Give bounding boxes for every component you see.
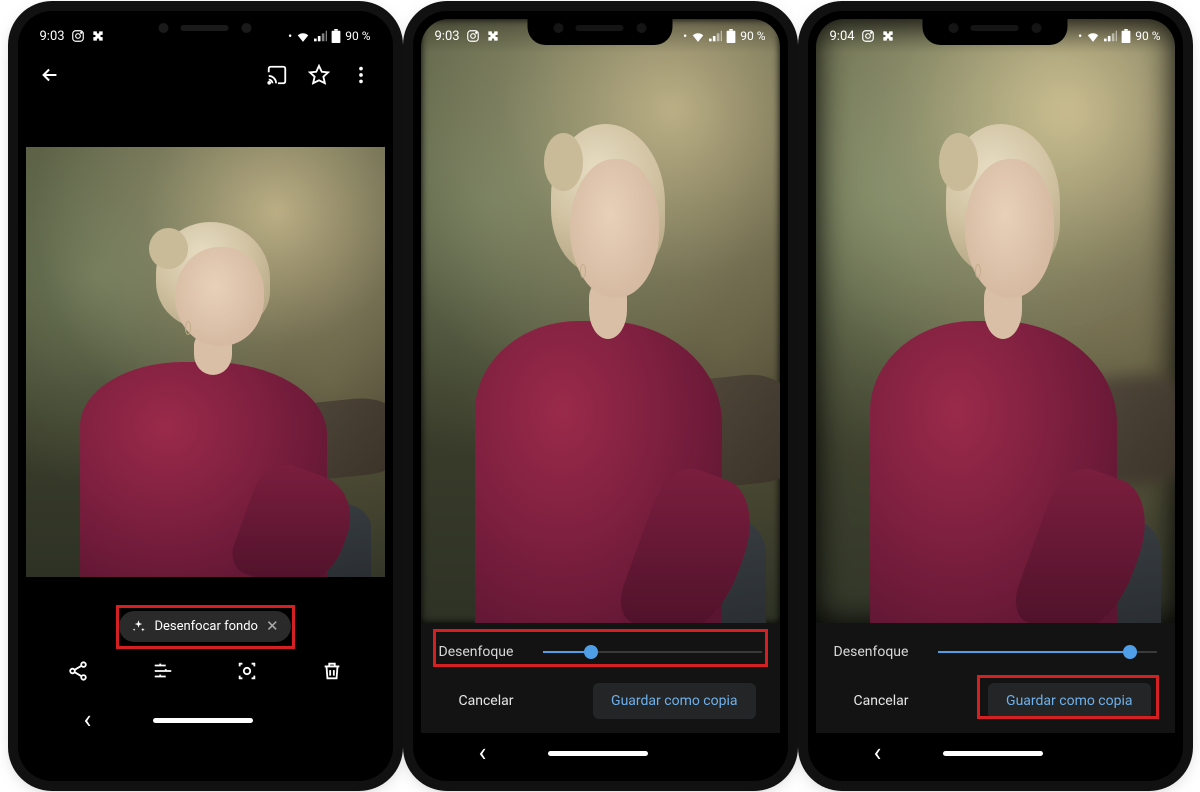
status-bar: 9:03 • 90 %: [421, 19, 780, 53]
phone-mockup-3: 9:04 • 90 %: [808, 11, 1183, 781]
blur-slider[interactable]: [938, 642, 1157, 662]
status-bar: 9:04 • 90 %: [816, 19, 1175, 53]
more-icon[interactable]: [349, 63, 373, 87]
status-bar: 9:03 • 90 %: [26, 19, 385, 53]
status-time: 9:03: [40, 29, 65, 44]
blur-control-panel: Desenfoque Cancelar Guardar como copia: [816, 623, 1175, 733]
instagram-icon: [861, 29, 875, 43]
instagram-icon: [71, 29, 85, 43]
app-bar: [26, 53, 385, 97]
bottom-toolbar: [26, 642, 385, 700]
portrait-image: [26, 147, 385, 577]
portrait-image: [816, 19, 1175, 623]
battery-icon: [726, 29, 736, 43]
screen: 9:03 • 90 %: [421, 19, 780, 773]
blur-control-panel: Desenfoque Cancelar Guardar como copia: [421, 623, 780, 733]
photo-viewport[interactable]: [26, 147, 385, 577]
battery-icon: [331, 29, 341, 43]
portrait-image: [421, 19, 780, 623]
close-icon[interactable]: ✕: [266, 619, 279, 634]
save-copy-button[interactable]: Guardar como copia: [988, 683, 1150, 719]
battery-percent: 90 %: [1135, 29, 1160, 43]
chip-label: Desenfocar fondo: [154, 619, 258, 634]
signal-icon: [1104, 30, 1117, 42]
nav-home-pill[interactable]: [153, 718, 253, 723]
status-time: 9:04: [830, 29, 855, 44]
nav-back-icon[interactable]: [479, 740, 487, 766]
puzzle-icon: [91, 29, 105, 43]
dot-indicator: •: [1078, 29, 1082, 43]
blur-slider[interactable]: [543, 642, 762, 662]
phone-mockup-2: 9:03 • 90 %: [413, 11, 788, 781]
favorite-icon[interactable]: [307, 63, 331, 87]
slider-label: Desenfoque: [439, 644, 527, 660]
nav-back-icon[interactable]: [84, 707, 92, 733]
signal-icon: [314, 30, 327, 42]
nav-home-pill[interactable]: [943, 751, 1043, 756]
share-icon[interactable]: [66, 659, 90, 683]
back-button[interactable]: [38, 63, 62, 87]
screen: 9:03 • 90 %: [26, 19, 385, 773]
battery-percent: 90 %: [345, 29, 370, 43]
system-nav-bar: [816, 733, 1175, 773]
screen: 9:04 • 90 %: [816, 19, 1175, 773]
wifi-icon: [296, 30, 310, 42]
wifi-icon: [691, 30, 705, 42]
nav-home-pill[interactable]: [548, 751, 648, 756]
save-copy-button[interactable]: Guardar como copia: [593, 683, 755, 719]
cast-icon[interactable]: [265, 63, 289, 87]
system-nav-bar: [26, 700, 385, 740]
cancel-button[interactable]: Cancelar: [445, 683, 528, 719]
instagram-icon: [466, 29, 480, 43]
photo-viewport[interactable]: [421, 19, 780, 623]
edit-icon[interactable]: [151, 659, 175, 683]
system-nav-bar: [421, 733, 780, 773]
battery-percent: 90 %: [740, 29, 765, 43]
battery-icon: [1121, 29, 1131, 43]
slider-label: Desenfoque: [834, 644, 922, 660]
phone-mockup-1: 9:03 • 90 %: [18, 11, 393, 781]
sparkle-icon: [131, 619, 146, 634]
lens-icon[interactable]: [235, 659, 259, 683]
dot-indicator: •: [288, 29, 292, 43]
puzzle-icon: [881, 29, 895, 43]
status-time: 9:03: [435, 29, 460, 44]
nav-back-icon[interactable]: [874, 740, 882, 766]
photo-viewport[interactable]: [816, 19, 1175, 623]
wifi-icon: [1086, 30, 1100, 42]
cancel-button[interactable]: Cancelar: [840, 683, 923, 719]
signal-icon: [709, 30, 722, 42]
delete-icon[interactable]: [320, 659, 344, 683]
dot-indicator: •: [683, 29, 687, 43]
blur-background-chip[interactable]: Desenfocar fondo ✕: [119, 611, 290, 642]
puzzle-icon: [486, 29, 500, 43]
